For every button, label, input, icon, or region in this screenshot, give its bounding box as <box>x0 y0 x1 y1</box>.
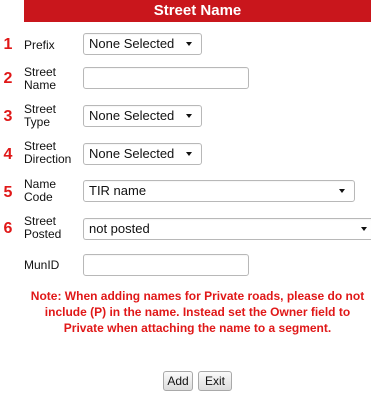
marker-1: 1 <box>3 36 13 53</box>
chevron-down-icon <box>186 152 192 156</box>
street-type-label: Street Type <box>24 102 57 129</box>
prefix-select[interactable]: None Selected <box>83 33 202 55</box>
chevron-down-icon <box>339 189 345 193</box>
private-roads-note: Note: When adding names for Private road… <box>30 289 365 335</box>
street-posted-value: not posted <box>89 221 150 236</box>
street-type-value: None Selected <box>89 108 175 123</box>
street-name-label: Street Name <box>24 65 57 92</box>
marker-6: 6 <box>3 220 13 237</box>
form-title: Street Name <box>24 0 371 22</box>
munid-input[interactable] <box>83 254 249 276</box>
prefix-label: Prefix <box>24 38 55 52</box>
street-posted-label: Street Posted <box>24 214 62 241</box>
chevron-down-icon <box>186 42 192 46</box>
exit-button[interactable]: Exit <box>198 371 232 391</box>
street-name-input[interactable] <box>83 67 249 89</box>
marker-2: 2 <box>3 70 13 87</box>
street-posted-select[interactable]: not posted <box>83 218 371 240</box>
marker-3: 3 <box>3 108 13 125</box>
street-direction-label: Street Direction <box>24 139 72 166</box>
marker-4: 4 <box>3 146 13 163</box>
street-type-select[interactable]: None Selected <box>83 105 202 127</box>
name-code-label: Name Code <box>24 177 57 204</box>
street-direction-select[interactable]: None Selected <box>83 143 202 165</box>
marker-5: 5 <box>3 184 13 201</box>
name-code-value: TIR name <box>89 183 147 198</box>
chevron-down-icon <box>361 227 367 231</box>
munid-label: MunID <box>24 258 60 272</box>
street-direction-value: None Selected <box>89 146 175 161</box>
chevron-down-icon <box>186 114 192 118</box>
add-button[interactable]: Add <box>163 371 193 391</box>
name-code-select[interactable]: TIR name <box>83 180 355 202</box>
prefix-value: None Selected <box>89 36 175 51</box>
